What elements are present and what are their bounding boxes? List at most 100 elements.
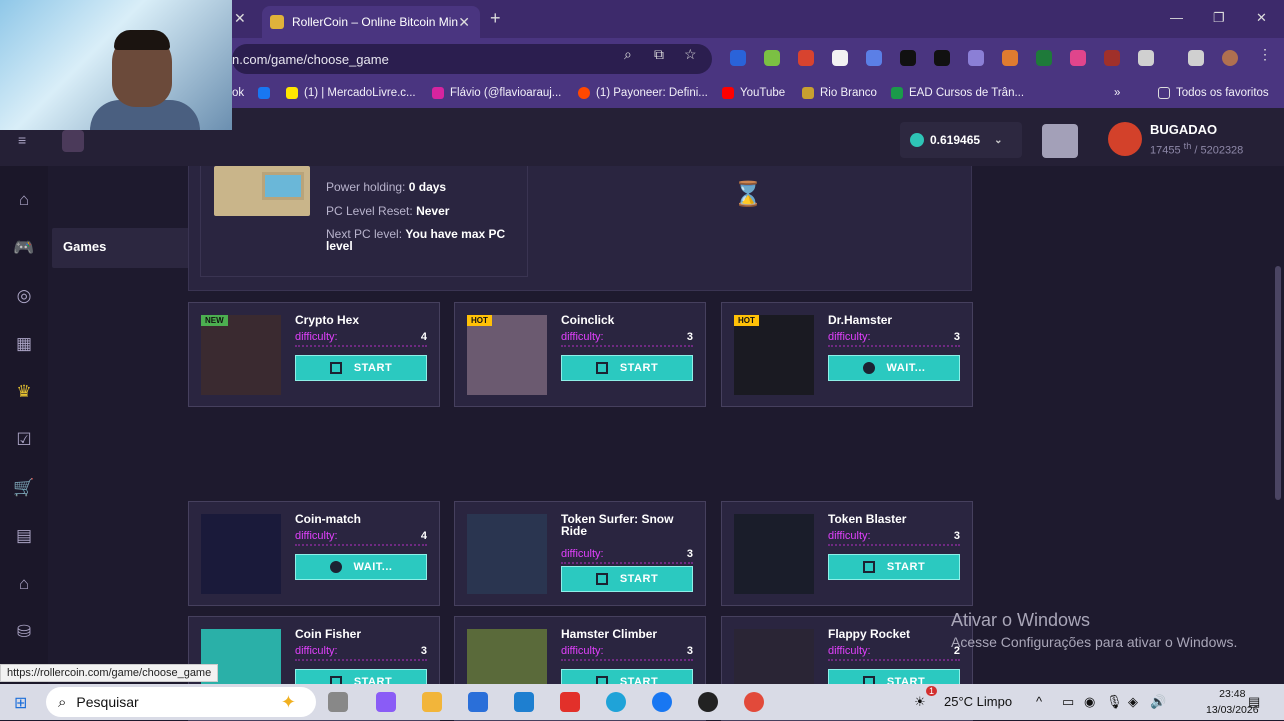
extension-purple-icon[interactable] — [968, 50, 984, 66]
game-card: NEW Crypto Hex difficulty: 4 START — [188, 302, 440, 407]
quests-icon[interactable]: ◎ — [12, 284, 36, 308]
difficulty-label: difficulty: — [561, 331, 604, 343]
wallet-button[interactable] — [1042, 124, 1078, 158]
bookmark-star-icon[interactable]: ☆ — [684, 46, 697, 63]
rewards-icon[interactable]: ⛁ — [12, 620, 36, 644]
home-icon[interactable]: ⌂ — [12, 188, 36, 212]
mic-icon[interactable]: 🎙 — [1106, 694, 1123, 710]
webcam-person-hair — [114, 30, 170, 50]
scrollbar[interactable] — [1275, 266, 1281, 500]
maximize-icon[interactable]: ❐ — [1213, 10, 1225, 26]
task-view-icon[interactable] — [328, 692, 348, 712]
close-window-icon[interactable]: ✕ — [1256, 10, 1267, 26]
tray-icon[interactable]: ▭ — [1062, 694, 1074, 710]
tab-rollercoin[interactable]: RollerCoin – Online Bitcoin Min ✕ — [262, 6, 480, 38]
hourglass-icon: ⌛ — [733, 181, 763, 208]
obs-icon[interactable] — [698, 692, 718, 712]
tray-icon[interactable]: ◉ — [1084, 694, 1095, 710]
chrome-icon[interactable] — [744, 692, 764, 712]
game-thumbnail[interactable] — [201, 514, 281, 594]
start-game-button[interactable]: START — [828, 554, 960, 580]
button-label: WAIT... — [353, 561, 393, 573]
cart-icon[interactable]: 🛒 — [12, 476, 36, 500]
store-app-icon[interactable] — [468, 692, 488, 712]
edge-icon[interactable] — [606, 692, 626, 712]
extension-shield-icon[interactable] — [730, 50, 746, 66]
gamepad-icon[interactable]: 🎮 — [12, 236, 36, 260]
difficulty-label: difficulty: — [561, 548, 604, 560]
facebook-app-icon[interactable] — [652, 692, 672, 712]
extension-b-icon[interactable] — [934, 50, 950, 66]
windows-activation-subtitle: Acesse Configurações para ativar o Windo… — [951, 634, 1238, 650]
install-icon[interactable]: ⧉ — [654, 46, 664, 63]
wifi-icon[interactable]: ◈ — [1128, 694, 1138, 710]
reading-list-icon[interactable] — [1188, 50, 1204, 66]
extensions-puzzle-icon[interactable] — [1138, 50, 1154, 66]
tasks-icon[interactable]: ☑ — [12, 428, 36, 452]
close-tab-icon[interactable]: ✕ — [234, 10, 246, 27]
events-icon[interactable]: ▦ — [12, 332, 36, 356]
extension-pink-icon[interactable] — [1070, 50, 1086, 66]
game-thumbnail[interactable] — [201, 315, 281, 395]
menu-toggle-icon[interactable]: ≡ — [18, 132, 26, 148]
wait-button[interactable]: WAIT... — [828, 355, 960, 381]
new-tab-icon[interactable]: + — [490, 8, 501, 29]
speaker-icon[interactable]: 🔊 — [1150, 694, 1166, 710]
address-bar[interactable]: n.com/game/choose_game — [232, 44, 712, 74]
extension-slash-icon[interactable] — [1036, 50, 1052, 66]
bookmark-item[interactable]: Flávio (@flavioarauj... — [432, 87, 561, 99]
windows-start-icon[interactable]: ⊞ — [14, 693, 27, 713]
extension-leaf-icon[interactable] — [764, 50, 780, 66]
game-thumbnail[interactable] — [734, 514, 814, 594]
copilot-icon[interactable] — [376, 692, 396, 712]
game-thumbnail[interactable] — [467, 315, 547, 395]
extension-fox-icon[interactable] — [1002, 50, 1018, 66]
close-tab-icon[interactable]: ✕ — [458, 14, 470, 31]
wait-button[interactable]: WAIT... — [295, 554, 427, 580]
more-bookmarks-icon[interactable]: » — [1114, 87, 1120, 99]
rollercoin-app: ≡ 0.619465 ⌄ BUGADAO 17455 th / 5202328 … — [0, 108, 1284, 721]
difficulty-value: 3 — [686, 331, 693, 343]
file-explorer-icon[interactable] — [422, 692, 442, 712]
office-icon[interactable] — [560, 692, 580, 712]
chevron-up-icon[interactable]: ^ — [1036, 694, 1042, 709]
extension-face-icon[interactable] — [832, 50, 848, 66]
all-bookmarks-folder[interactable]: Todos os favoritos — [1158, 87, 1269, 99]
weather-text[interactable]: 25°C Limpo — [944, 694, 1012, 709]
extension-nc-icon[interactable] — [1104, 50, 1120, 66]
app-icon[interactable] — [514, 692, 534, 712]
checkered-flag-icon — [862, 561, 875, 573]
bookmark-item[interactable]: (1) Payoneer: Defini... — [578, 87, 708, 99]
balance-dropdown[interactable]: 0.619465 ⌄ — [900, 122, 1022, 158]
avatar[interactable] — [1108, 122, 1142, 156]
game-thumbnail[interactable] — [734, 315, 814, 395]
bookmark-item[interactable]: EAD Cursos de Trân... — [891, 87, 1024, 99]
start-game-button[interactable]: START — [295, 355, 427, 381]
crown-icon[interactable]: ♛ — [12, 380, 36, 404]
bookmark-item[interactable]: ok — [232, 87, 244, 99]
zoom-icon[interactable]: ⌕ — [624, 46, 632, 63]
extension-a-icon[interactable] — [900, 50, 916, 66]
building-icon[interactable]: ⌂ — [12, 572, 36, 596]
profile-avatar-icon[interactable] — [1222, 50, 1238, 66]
menu-dots-icon[interactable]: ⋮ — [1258, 46, 1272, 63]
username[interactable]: BUGADAO — [1150, 122, 1217, 137]
start-game-button[interactable]: START — [561, 566, 693, 592]
bookmark-item[interactable]: YouTube — [722, 87, 785, 99]
store-icon[interactable]: ▤ — [12, 524, 36, 548]
bookmark-item[interactable]: Rio Branco — [802, 87, 877, 99]
extension-red-icon[interactable] — [798, 50, 814, 66]
difficulty-label: difficulty: — [828, 645, 871, 657]
taskbar: ⊞ ⌕ Pesquisar ✦ ☀ 1 25°C Limpo ^ ▭ ◉ 🎙 ◈… — [0, 684, 1284, 720]
rollercoin-favicon-icon — [270, 15, 284, 29]
minimize-icon[interactable]: — — [1170, 10, 1183, 25]
extension-diamond-icon[interactable] — [866, 50, 882, 66]
notifications-icon[interactable]: ▤ — [1248, 694, 1260, 710]
game-title: Token Blaster — [828, 512, 907, 526]
bookmark-item[interactable] — [258, 87, 276, 99]
start-game-button[interactable]: START — [561, 355, 693, 381]
game-thumbnail[interactable] — [467, 514, 547, 594]
bookmark-item[interactable]: (1) | MercadoLivre.c... — [286, 87, 416, 99]
taskbar-search[interactable]: ⌕ Pesquisar ✦ — [46, 687, 316, 717]
pet-avatar[interactable] — [62, 130, 84, 152]
